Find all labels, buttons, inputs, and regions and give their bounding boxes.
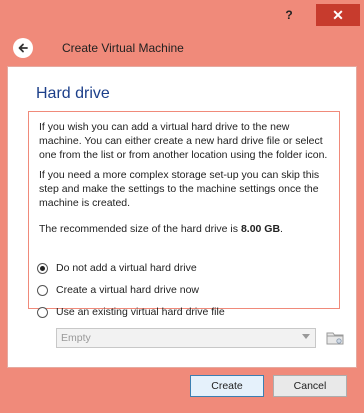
info-paragraph-2: If you need a more complex storage set-u… bbox=[39, 169, 320, 209]
recommended-size-value: 8.00 GB bbox=[240, 223, 281, 235]
radio-dot bbox=[40, 265, 45, 271]
close-button[interactable]: ✕ bbox=[316, 4, 360, 26]
title-bar: ? ✕ bbox=[0, 0, 364, 30]
info-paragraph-3: The recommended size of the hard drive i… bbox=[39, 222, 329, 236]
recommended-size-prefix: The recommended size of the hard drive i… bbox=[39, 223, 241, 235]
info-paragraph-1: If you wish you can add a virtual hard d… bbox=[39, 121, 328, 161]
content-panel: Hard drive If you wish you can add a vir… bbox=[7, 66, 357, 368]
chevron-down-icon bbox=[302, 334, 310, 339]
info-box: If you wish you can add a virtual hard d… bbox=[28, 111, 340, 309]
option-create-hard-drive[interactable]: Create a virtual hard drive now bbox=[37, 284, 199, 296]
section-title: Hard drive bbox=[36, 85, 110, 102]
choose-file-button[interactable] bbox=[325, 328, 345, 348]
recommended-size-suffix: . bbox=[280, 223, 283, 235]
select-value: Empty bbox=[61, 332, 91, 344]
create-button[interactable]: Create bbox=[190, 375, 264, 397]
create-vm-dialog: ? ✕ Create Virtual Machine Hard drive If… bbox=[0, 0, 364, 413]
back-button[interactable] bbox=[13, 38, 33, 58]
hard-drive-file-select[interactable]: Empty bbox=[56, 328, 316, 348]
cancel-button[interactable]: Cancel bbox=[273, 375, 347, 397]
arrow-left-icon bbox=[18, 43, 28, 53]
option-label: Create a virtual hard drive now bbox=[56, 284, 199, 296]
radio-button[interactable] bbox=[37, 262, 48, 274]
option-use-existing-file[interactable]: Use an existing virtual hard drive file bbox=[37, 306, 225, 318]
radio-button[interactable] bbox=[37, 306, 48, 318]
radio-button[interactable] bbox=[37, 284, 48, 296]
folder-icon bbox=[326, 332, 344, 345]
dialog-footer: Create Cancel bbox=[0, 368, 364, 413]
dialog-header: Create Virtual Machine bbox=[0, 30, 364, 65]
help-button[interactable]: ? bbox=[274, 4, 304, 26]
option-label: Do not add a virtual hard drive bbox=[56, 262, 197, 274]
option-label: Use an existing virtual hard drive file bbox=[56, 306, 225, 318]
option-no-hard-drive[interactable]: Do not add a virtual hard drive bbox=[37, 262, 197, 274]
page-title: Create Virtual Machine bbox=[62, 41, 184, 55]
